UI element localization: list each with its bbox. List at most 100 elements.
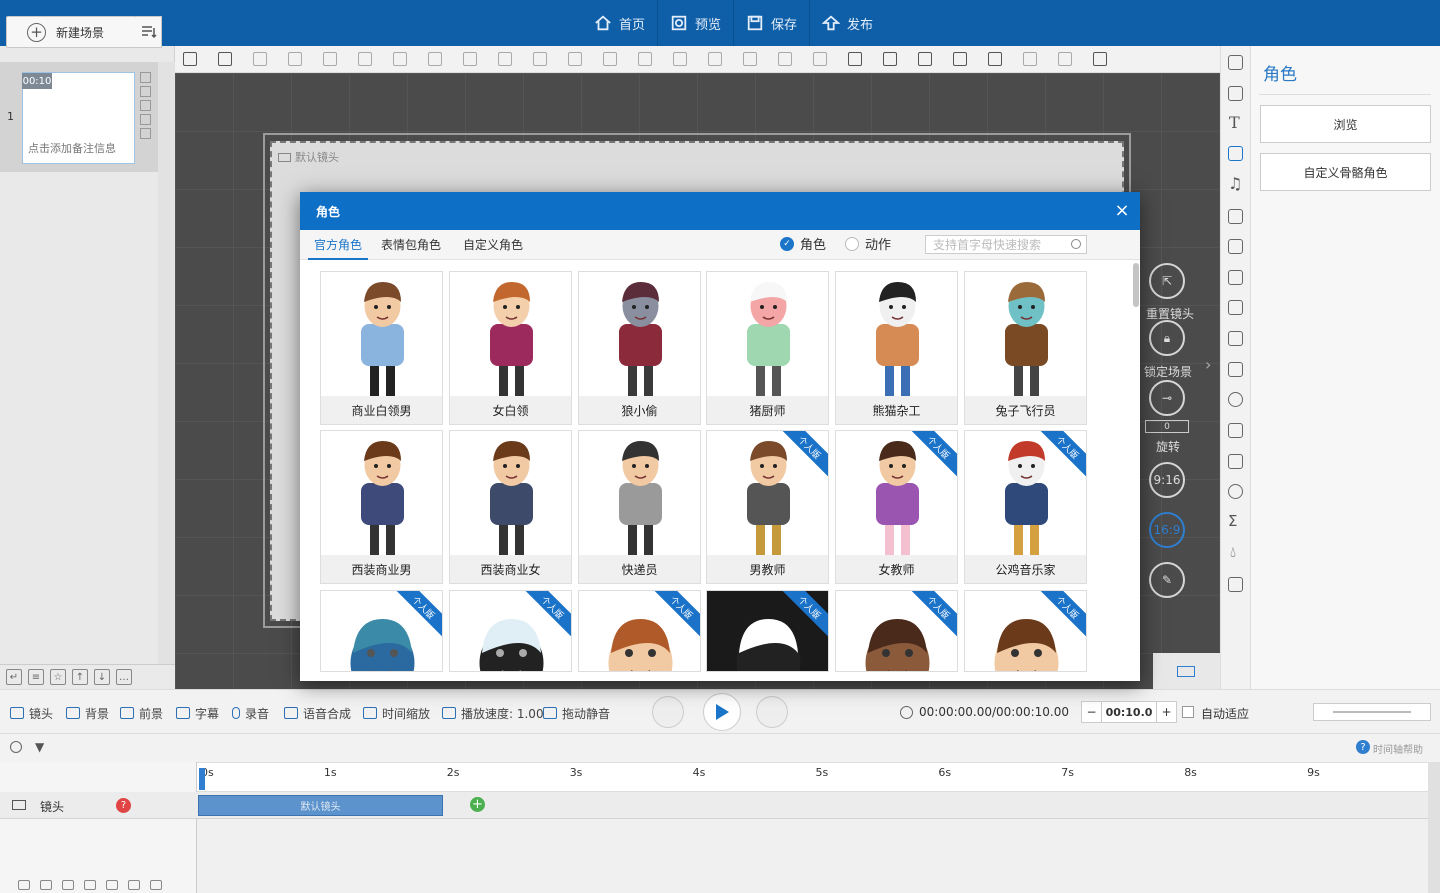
- filter-icon[interactable]: ▼: [35, 740, 44, 754]
- character-card[interactable]: 男教师 个人版: [706, 430, 829, 584]
- next-frame-button[interactable]: [756, 696, 788, 728]
- align-icon[interactable]: [778, 52, 792, 66]
- trash-icon[interactable]: [106, 879, 118, 890]
- align-icon[interactable]: [638, 52, 652, 66]
- folder-icon[interactable]: [40, 879, 52, 890]
- zoom-in-icon[interactable]: [848, 52, 862, 66]
- lock-scene-button[interactable]: 🔒︎: [1149, 320, 1185, 356]
- character-card[interactable]: 猪厨师: [706, 271, 829, 425]
- rotate-dial[interactable]: ⊸: [1149, 380, 1185, 416]
- record-button[interactable]: 录音: [232, 705, 269, 721]
- character-card[interactable]: 个人版: [706, 590, 829, 672]
- auto-fit-checkbox[interactable]: [1182, 706, 1194, 718]
- play-button[interactable]: [703, 693, 741, 731]
- scene-sort-button[interactable]: [136, 16, 162, 48]
- preview-button[interactable]: 预览: [658, 0, 735, 46]
- character-search-input[interactable]: 支持首字母快速搜索: [925, 235, 1087, 254]
- lock-icon[interactable]: [323, 52, 337, 66]
- folder-icon[interactable]: [1228, 331, 1243, 346]
- character-card[interactable]: 个人版: [449, 590, 572, 672]
- copy-icon[interactable]: [140, 72, 151, 83]
- eye-icon[interactable]: [150, 879, 162, 890]
- minimap-view[interactable]: [1177, 666, 1195, 677]
- delete-icon[interactable]: [140, 86, 151, 97]
- timeline-help-link[interactable]: 时间轴帮助: [1373, 741, 1423, 756]
- dialog-scrollbar[interactable]: [1133, 263, 1139, 307]
- character-card[interactable]: 个人版: [835, 590, 958, 672]
- character-card[interactable]: 女白领: [449, 271, 572, 425]
- paste-icon[interactable]: [988, 52, 1002, 66]
- align-icon[interactable]: [463, 52, 477, 66]
- align-icon[interactable]: [743, 52, 757, 66]
- tab-official-characters[interactable]: 官方角色: [308, 236, 369, 260]
- foreground-button[interactable]: 前景: [120, 705, 163, 721]
- subtitle-button[interactable]: 字幕: [176, 705, 219, 721]
- add-track-icon[interactable]: [18, 879, 30, 890]
- character-icon[interactable]: [1228, 146, 1243, 161]
- more-options-icon[interactable]: [218, 52, 232, 66]
- target-icon[interactable]: [10, 741, 22, 753]
- film-icon[interactable]: [1228, 362, 1243, 377]
- increase-button[interactable]: +: [1156, 702, 1176, 722]
- radio-role[interactable]: ✓ 角色: [780, 234, 826, 253]
- character-card[interactable]: 西装商业女: [449, 430, 572, 584]
- move-down-icon[interactable]: [62, 879, 74, 890]
- tool-icon[interactable]: [358, 52, 372, 66]
- insert-icon[interactable]: [140, 100, 151, 111]
- move-down-icon[interactable]: ↓: [94, 669, 110, 685]
- play-speed-button[interactable]: 播放速度: 1.00: [442, 705, 544, 721]
- align-icon[interactable]: [708, 52, 722, 66]
- copy-icon[interactable]: [953, 52, 967, 66]
- tab-custom-characters[interactable]: 自定义角色: [463, 236, 523, 258]
- background-button[interactable]: 背景: [66, 705, 109, 721]
- home-button[interactable]: 首页: [582, 0, 659, 46]
- tool-icon[interactable]: [253, 52, 267, 66]
- image-icon[interactable]: [1228, 86, 1243, 101]
- trash-icon[interactable]: [393, 52, 407, 66]
- warning-icon[interactable]: ?: [116, 798, 131, 813]
- undo-icon[interactable]: [1023, 52, 1037, 66]
- edit-camera-button[interactable]: ✎: [1149, 562, 1185, 598]
- favorite-icon[interactable]: ☆: [50, 669, 66, 685]
- character-card[interactable]: 个人版: [578, 590, 701, 672]
- device-icon[interactable]: [1228, 577, 1243, 592]
- special-effect-icon[interactable]: [1228, 270, 1243, 285]
- effect-icon[interactable]: [1228, 239, 1243, 254]
- drop-icon[interactable]: 💧︎: [1230, 543, 1236, 561]
- music-icon[interactable]: ♫: [1228, 174, 1242, 193]
- timeline-scrollbar[interactable]: [1428, 762, 1440, 893]
- scene-note[interactable]: 点击添加备注信息: [28, 140, 128, 156]
- ratio-9-16-button[interactable]: 9:16: [1149, 462, 1185, 498]
- camera-clip[interactable]: 默认镜头: [198, 795, 443, 816]
- duration-stepper[interactable]: − 00:10.0 +: [1081, 701, 1177, 723]
- character-card[interactable]: 狼小偷: [578, 271, 701, 425]
- tools-icon[interactable]: [1228, 300, 1243, 315]
- playhead[interactable]: [199, 768, 205, 790]
- character-card[interactable]: 女教师 个人版: [835, 430, 958, 584]
- formula-icon[interactable]: Σ: [1228, 512, 1237, 530]
- new-scene-button[interactable]: + 新建场景: [6, 16, 137, 48]
- radio-action[interactable]: 动作: [845, 234, 891, 253]
- settings-icon[interactable]: [1093, 52, 1107, 66]
- move-up-icon[interactable]: ↑: [72, 669, 88, 685]
- align-icon[interactable]: [533, 52, 547, 66]
- camera-track-button[interactable]: 镜头: [10, 705, 53, 721]
- import-icon[interactable]: ↵: [6, 669, 22, 685]
- browse-button[interactable]: 浏览: [1260, 105, 1431, 143]
- add-keyframe-icon[interactable]: +: [470, 797, 485, 812]
- character-card[interactable]: 西装商业男: [320, 430, 443, 584]
- shape-icon[interactable]: [1228, 55, 1243, 70]
- zoom-out-icon[interactable]: [883, 52, 897, 66]
- align-icon[interactable]: [498, 52, 512, 66]
- character-card[interactable]: 兔子飞行员: [964, 271, 1087, 425]
- align-icon[interactable]: [603, 52, 617, 66]
- tts-button[interactable]: 语音合成: [284, 705, 351, 721]
- home-small-icon[interactable]: [183, 52, 197, 66]
- search-icon[interactable]: [1071, 239, 1081, 249]
- hand-icon[interactable]: [1228, 454, 1243, 469]
- tab-emoji-characters[interactable]: 表情包角色: [381, 236, 441, 258]
- close-icon[interactable]: ×: [1112, 200, 1132, 221]
- rotate-input[interactable]: 0: [1145, 420, 1189, 433]
- move-up-icon[interactable]: [84, 879, 96, 890]
- character-card[interactable]: 快递员: [578, 430, 701, 584]
